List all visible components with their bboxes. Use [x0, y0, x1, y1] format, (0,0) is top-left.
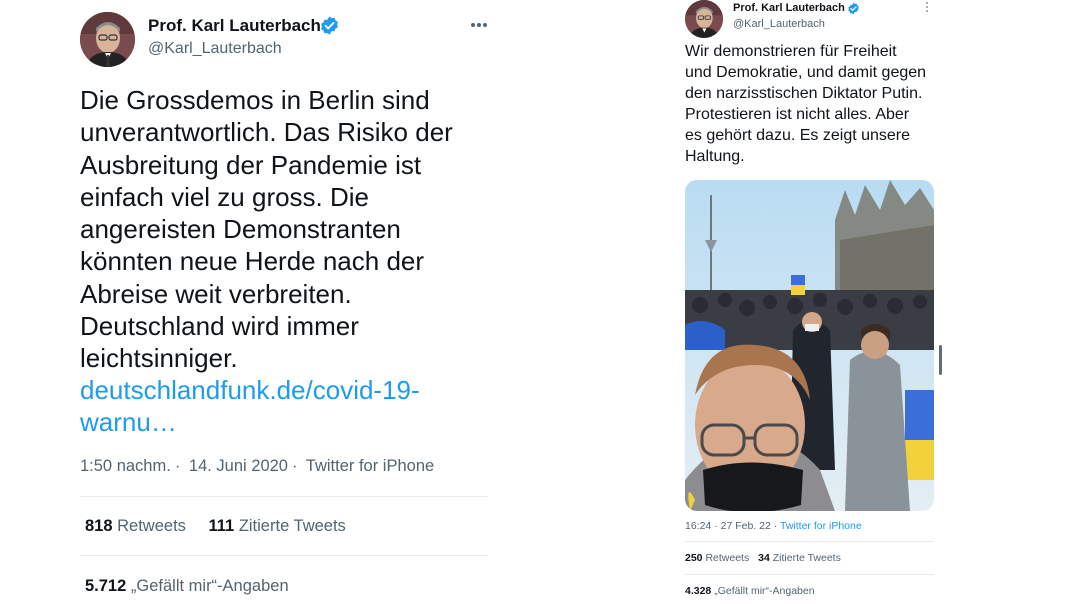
retweets-count: 250	[685, 552, 703, 564]
tweet-link-line[interactable]: deutschlandfunk.de/covid-19-	[80, 374, 420, 406]
tweet-date[interactable]: 14. Juni 2020	[189, 457, 288, 475]
author-name[interactable]: Prof. Karl Lauterbach	[733, 2, 845, 15]
tweet-text-line: könnten neue Herde nach der	[80, 246, 425, 277]
tweet-text-line: Deutschland wird immer	[80, 311, 359, 342]
tweet-text: Die Grossdemos in Berlin sind unverantwo…	[80, 84, 500, 375]
divider	[685, 541, 934, 542]
retweets-count: 818	[85, 517, 113, 535]
retweets-label: Retweets	[705, 552, 750, 564]
tweet-left: Prof. Karl Lauterbach @Karl_Lauterbach D…	[0, 0, 520, 604]
tweet-text-line: und Demokratie, und damit gegen	[685, 64, 927, 81]
retweets-link[interactable]: 250 Retweets	[685, 552, 749, 564]
verified-badge-icon	[848, 2, 859, 15]
quotes-link[interactable]: 111 Zitierte Tweets	[209, 517, 346, 535]
retweets-link[interactable]: 818 Retweets	[85, 517, 186, 535]
more-horizontal-icon[interactable]	[466, 14, 492, 36]
retweets-label: Retweets	[117, 517, 186, 535]
tweet-text-line: unverantwortlich. Das Risiko der	[80, 117, 453, 148]
divider	[685, 574, 934, 575]
tweet-meta: 16:24 · 27 Feb. 22 · Twitter for iPhone	[685, 520, 862, 532]
tweet-text-line: Ausbreitung der Pandemie ist	[80, 149, 422, 180]
tweet-text-line: angereisten Demonstranten	[80, 214, 401, 245]
avatar[interactable]	[80, 12, 135, 67]
more-dots-icon	[926, 2, 928, 12]
meta-separator: ·	[292, 457, 298, 475]
quotes-link[interactable]: 34 Zitierte Tweets	[758, 552, 841, 564]
tweet-right: Prof. Karl Lauterbach @Karl_Lauterbach W…	[660, 0, 960, 604]
tweet-link-line[interactable]: warnu…	[80, 406, 420, 438]
likes-count: 4.328	[685, 585, 712, 597]
tweet-text-line: Haltung.	[685, 148, 745, 165]
author-handle[interactable]: @Karl_Lauterbach	[733, 18, 825, 31]
scrollbar-thumb[interactable]	[939, 345, 942, 375]
quotes-label: Zitierte Tweets	[772, 552, 841, 564]
tweet-text-line: Abreise weit verbreiten.	[80, 278, 352, 309]
avatar[interactable]	[685, 0, 723, 38]
likes-count: 5.712	[85, 577, 127, 595]
meta-separator: ·	[174, 457, 181, 475]
likes-label: „Gefällt mir“-Angaben	[130, 577, 289, 595]
verified-badge-icon	[321, 16, 338, 35]
tweet-text-line: es gehört dazu. Es zeigt unsere	[685, 127, 911, 144]
avatar-photo-icon	[685, 0, 723, 38]
tweet-text: Wir demonstrieren für Freiheit und Demok…	[685, 41, 945, 167]
tweet-text-line: Die Grossdemos in Berlin sind	[80, 85, 430, 115]
likes-stats[interactable]: 5.712 „Gefällt mir“-Angaben	[85, 576, 289, 596]
tweet-text-line: leichtsinniger.	[80, 343, 238, 374]
tweet-text-line: Protestieren ist nicht alles. Aber	[685, 106, 910, 123]
likes-stats[interactable]: 4.328 „Gefällt mir“-Angaben	[685, 585, 815, 598]
tweet-time[interactable]: 16:24	[685, 520, 711, 532]
divider	[80, 555, 488, 556]
author-name[interactable]: Prof. Karl Lauterbach	[148, 16, 321, 36]
retweet-stats: 818 Retweets 111 Zitierte Tweets	[85, 516, 346, 536]
more-vertical-icon[interactable]	[922, 0, 932, 14]
retweet-stats: 250 Retweets 34 Zitierte Tweets	[685, 552, 841, 565]
tweet-text-line: einfach viel zu gross. Die	[80, 181, 370, 212]
divider	[80, 496, 488, 497]
author-handle[interactable]: @Karl_Lauterbach	[148, 39, 282, 59]
tweet-date[interactable]: 27 Feb. 22	[721, 520, 771, 532]
more-dots-icon	[471, 23, 487, 27]
tweet-photo[interactable]	[685, 180, 934, 511]
quotes-count: 34	[758, 552, 770, 564]
tweet-link[interactable]: deutschlandfunk.de/covid-19- warnu…	[80, 374, 420, 439]
tweet-text-line: Wir demonstrieren für Freiheit	[685, 43, 897, 60]
tweet-text-line: den narzisstischen Diktator Putin.	[685, 85, 923, 102]
avatar-photo-icon	[80, 12, 135, 67]
tweet-source[interactable]: Twitter for iPhone	[306, 457, 434, 475]
tweet-time[interactable]: 1:50 nachm.	[80, 457, 171, 475]
quotes-label: Zitierte Tweets	[238, 517, 346, 535]
likes-label: „Gefällt mir“-Angaben	[714, 585, 815, 597]
quotes-count: 111	[208, 517, 235, 535]
tweet-source[interactable]: Twitter for iPhone	[780, 520, 862, 532]
tweet-meta: 1:50 nachm. · 14. Juni 2020 · Twitter for …	[80, 456, 438, 476]
protest-selfie-image	[685, 180, 934, 511]
